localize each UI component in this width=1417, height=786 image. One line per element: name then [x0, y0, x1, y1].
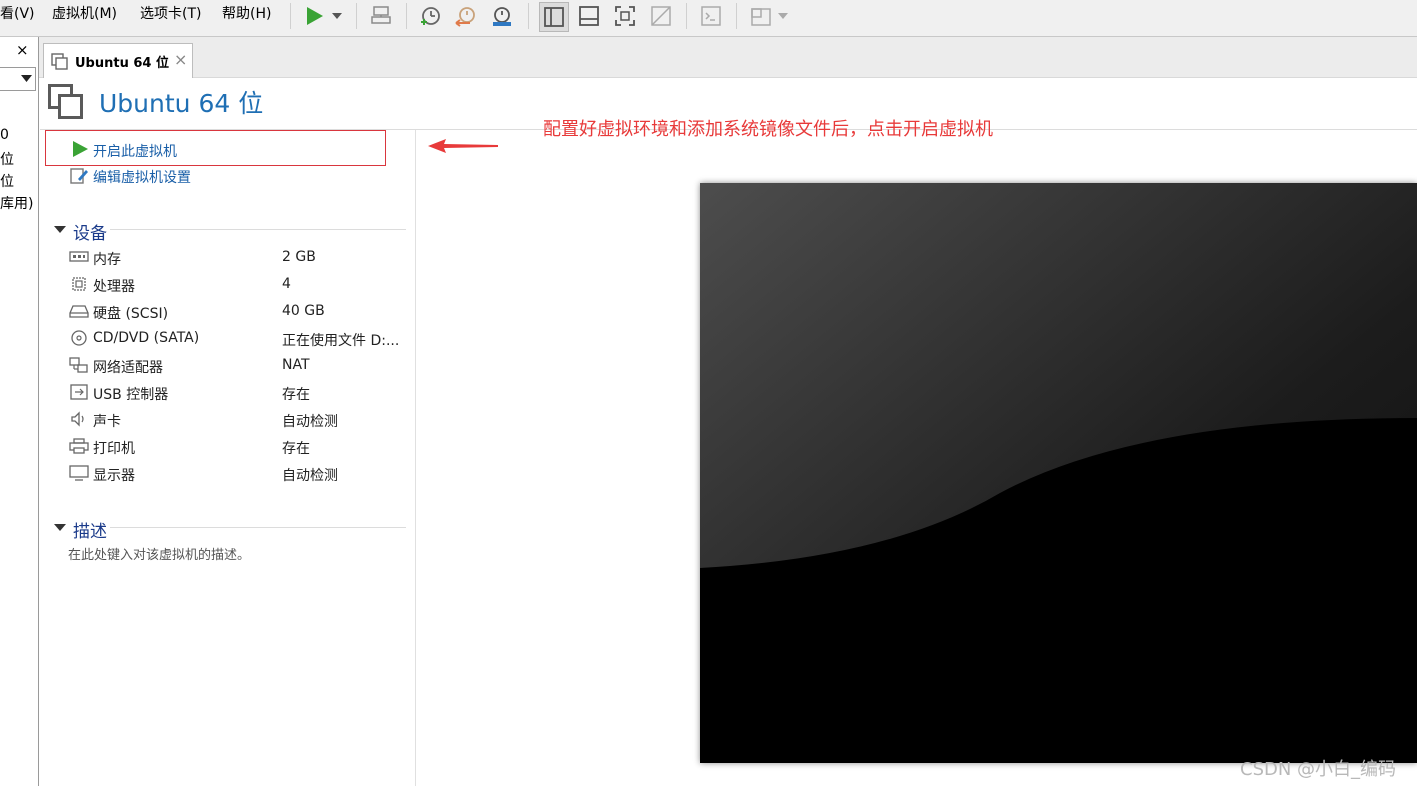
vm-title: Ubuntu 64 位	[99, 89, 264, 118]
menu-help[interactable]: 帮助(H)	[222, 3, 271, 23]
menu-vm[interactable]: 虚拟机(M)	[52, 3, 117, 23]
vm-preview-graphic	[700, 183, 1417, 763]
stretch-dropdown-icon[interactable]	[774, 2, 792, 30]
device-name[interactable]: CD/DVD (SATA)	[93, 330, 199, 346]
power-on-button[interactable]: 开启此虚拟机	[93, 141, 177, 161]
chevron-down-icon	[21, 75, 32, 82]
device-value: 自动检测	[282, 468, 338, 484]
device-name[interactable]: 内存	[93, 249, 121, 269]
printer-icon	[69, 438, 89, 454]
memory-icon	[69, 251, 89, 262]
collapse-icon[interactable]	[54, 523, 66, 532]
library-view-icon[interactable]	[539, 2, 569, 32]
cd-dvd-icon	[71, 330, 87, 346]
library-item[interactable]: 0	[0, 127, 9, 143]
menu-view[interactable]: 看(V)	[0, 3, 35, 23]
edit-settings-icon	[70, 168, 88, 184]
device-value: 4	[282, 276, 291, 292]
library-item[interactable]: 位	[0, 171, 14, 191]
library-search-dropdown[interactable]	[0, 67, 36, 91]
device-value: 存在	[282, 387, 310, 403]
vm-icon	[51, 53, 68, 70]
terminal-icon[interactable]	[697, 2, 725, 30]
tab-bar: Ubuntu 64 位 ×	[39, 37, 1417, 78]
panel-divider	[415, 130, 416, 786]
device-name[interactable]: 网络适配器	[93, 357, 163, 377]
library-close-icon[interactable]: ×	[16, 41, 29, 59]
console-view-icon[interactable]	[575, 2, 603, 30]
annotation-text: 配置好虚拟环境和添加系统镜像文件后，点击开启虚拟机	[543, 119, 993, 140]
send-ctrl-alt-del-icon[interactable]	[367, 2, 395, 30]
device-value: 存在	[282, 441, 310, 457]
cpu-icon	[72, 277, 86, 291]
device-name[interactable]: USB 控制器	[93, 384, 168, 404]
device-value: NAT	[282, 357, 310, 373]
arrow-left-icon	[428, 139, 498, 153]
fullscreen-icon[interactable]	[611, 2, 639, 30]
collapse-icon[interactable]	[54, 225, 66, 234]
play-icon	[73, 141, 88, 157]
menu-tabs[interactable]: 选项卡(T)	[140, 3, 201, 23]
toolbar-separator	[290, 3, 291, 29]
library-panel: × 0 位 位 库用)	[0, 37, 39, 786]
description-field[interactable]: 在此处键入对该虚拟机的描述。	[68, 544, 250, 563]
device-value: 自动检测	[282, 414, 338, 430]
harddisk-icon	[69, 305, 89, 318]
usb-icon	[70, 384, 88, 400]
library-item[interactable]: 库用)	[0, 193, 33, 213]
stretch-icon[interactable]	[747, 2, 775, 30]
menu-bar: 看(V) 虚拟机(M) 选项卡(T) 帮助(H)	[0, 0, 1417, 37]
device-name[interactable]: 处理器	[93, 276, 135, 296]
tab-close-icon[interactable]: ×	[174, 50, 187, 69]
snapshot-revert-icon[interactable]	[452, 2, 480, 30]
devices-divider	[110, 229, 406, 230]
description-header[interactable]: 描述	[73, 517, 107, 542]
device-value: 2 GB	[282, 249, 316, 265]
device-name[interactable]: 声卡	[93, 411, 121, 431]
vm-large-icon	[48, 84, 83, 119]
play-icon[interactable]	[300, 2, 328, 30]
snapshot-take-icon[interactable]	[416, 2, 444, 30]
toolbar-separator	[406, 3, 407, 29]
device-name[interactable]: 硬盘 (SCSI)	[93, 303, 168, 323]
devices-header[interactable]: 设备	[73, 219, 107, 244]
device-name[interactable]: 打印机	[93, 438, 135, 458]
watermark: CSDN @小白_编码	[1240, 759, 1397, 780]
device-value: 正在使用文件 D:...	[282, 333, 400, 349]
toolbar-separator	[686, 3, 687, 29]
device-name[interactable]: 显示器	[93, 465, 135, 485]
vm-preview[interactable]	[700, 183, 1417, 763]
dropdown-arrow-icon[interactable]	[326, 2, 348, 30]
library-item[interactable]: 位	[0, 149, 14, 169]
edit-settings-button[interactable]: 编辑虚拟机设置	[93, 167, 191, 187]
tab-ubuntu[interactable]: Ubuntu 64 位 ×	[43, 43, 193, 78]
toolbar-separator	[356, 3, 357, 29]
toolbar-separator	[736, 3, 737, 29]
description-divider	[110, 527, 406, 528]
tab-label: Ubuntu 64 位	[75, 56, 169, 71]
network-icon	[69, 357, 88, 373]
unity-icon[interactable]	[647, 2, 675, 30]
device-value: 40 GB	[282, 303, 325, 319]
toolbar-separator	[528, 3, 529, 29]
speaker-icon	[71, 411, 84, 427]
monitor-icon	[69, 465, 89, 481]
snapshot-manager-icon[interactable]	[488, 2, 516, 30]
